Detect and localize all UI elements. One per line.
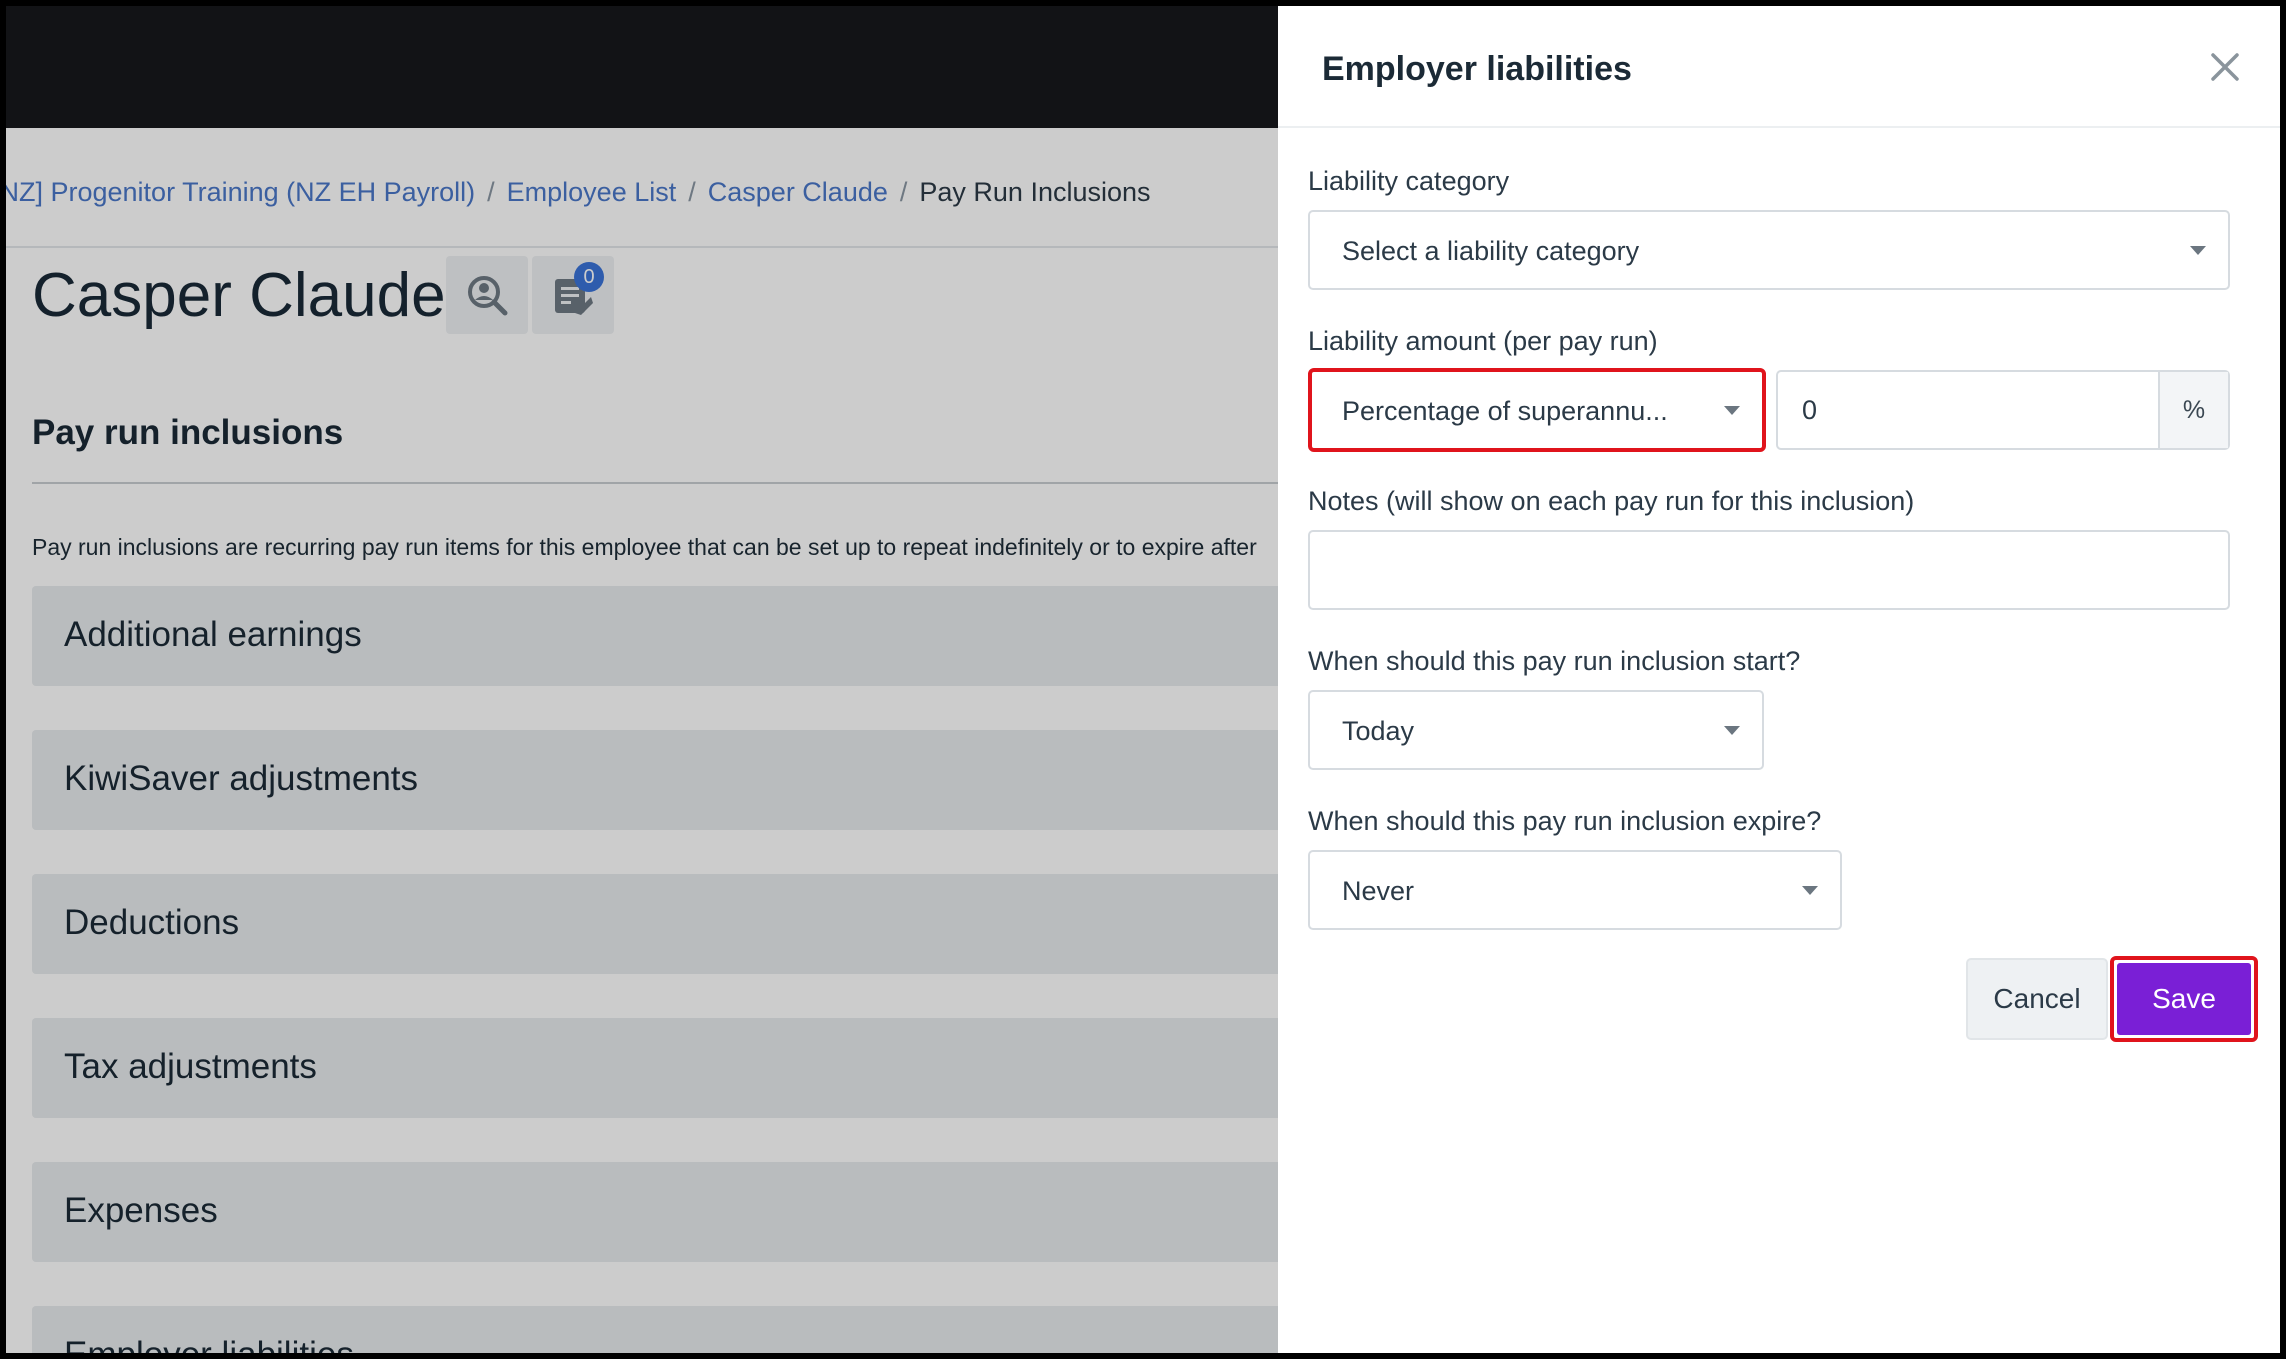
cancel-button[interactable]: Cancel	[1966, 958, 2108, 1040]
liability-category-label: Liability category	[1308, 166, 1510, 196]
liability-amount-group: %	[1776, 370, 2230, 450]
chevron-down-icon	[1724, 406, 1740, 415]
start-label: When should this pay run inclusion start…	[1308, 646, 1801, 676]
drawer-header: Employer liabilities	[1278, 6, 2280, 128]
notes-label: Notes (will show on each pay run for thi…	[1308, 486, 1915, 516]
employer-liabilities-drawer: Employer liabilities Liability category …	[1278, 6, 2280, 1353]
expire-label: When should this pay run inclusion expir…	[1308, 806, 1822, 836]
liability-category-value: Select a liability category	[1342, 236, 1640, 266]
percent-addon: %	[2158, 372, 2228, 448]
expire-value: Never	[1342, 876, 1415, 906]
liability-amount-type-select[interactable]: Percentage of superannu...	[1308, 368, 1766, 452]
save-button-highlight: Save	[2110, 956, 2258, 1042]
notes-input[interactable]	[1308, 530, 2230, 610]
liability-category-select[interactable]: Select a liability category	[1308, 210, 2230, 290]
liability-amount-input[interactable]	[1778, 372, 2162, 448]
close-button[interactable]	[2200, 42, 2250, 92]
liability-amount-label: Liability amount (per pay run)	[1308, 326, 1658, 356]
chevron-down-icon	[2190, 246, 2206, 255]
start-select[interactable]: Today	[1308, 690, 1764, 770]
close-icon	[2211, 53, 2239, 81]
chevron-down-icon	[1724, 726, 1740, 735]
save-button[interactable]: Save	[2117, 963, 2251, 1035]
liability-amount-type-value: Percentage of superannu...	[1342, 396, 1668, 426]
start-value: Today	[1342, 716, 1415, 746]
drawer-title: Employer liabilities	[1322, 50, 1632, 88]
expire-select[interactable]: Never	[1308, 850, 1842, 930]
chevron-down-icon	[1802, 886, 1818, 895]
app-frame: [NZ] Progenitor Training (NZ EH Payroll)…	[6, 6, 2280, 1353]
modal-backdrop[interactable]	[6, 6, 1278, 1353]
